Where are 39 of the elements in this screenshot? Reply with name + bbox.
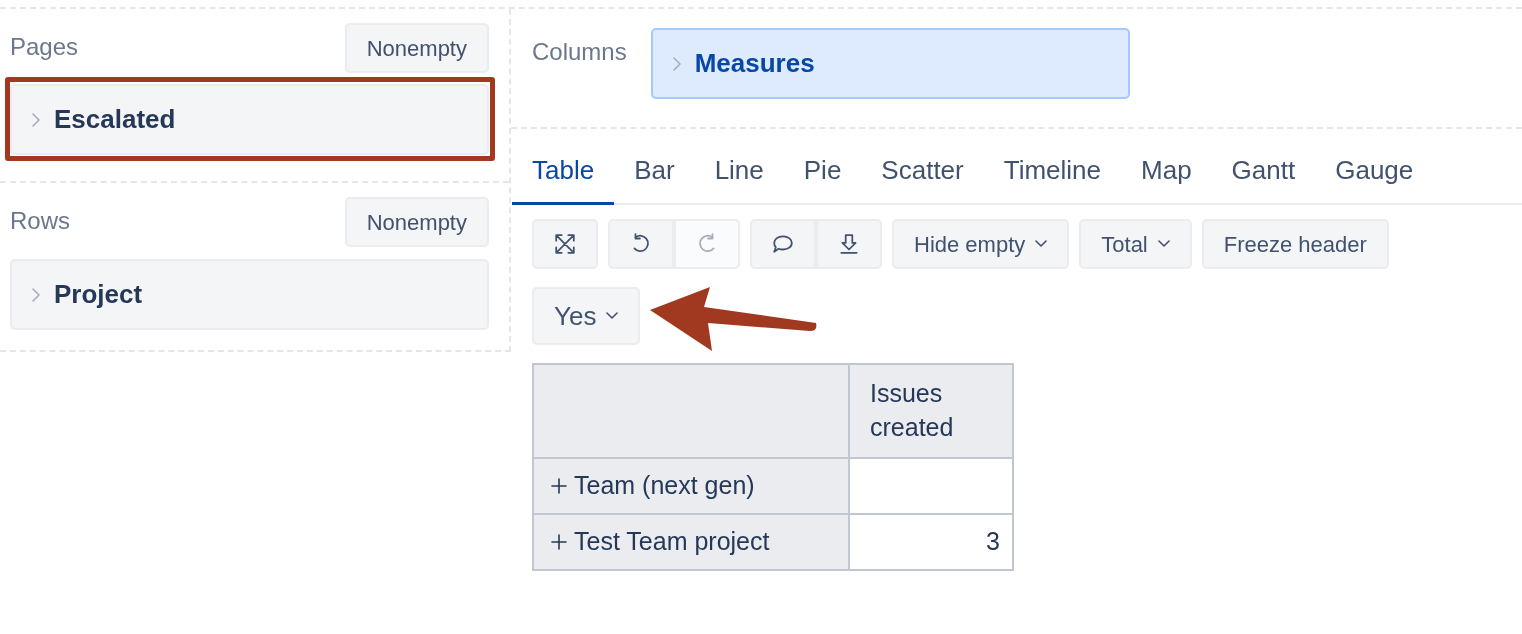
chart-type-tab[interactable]: Map [1121,141,1212,205]
plus-icon [550,532,568,551]
chart-type-tab[interactable]: Table [512,141,615,205]
chevron-down-icon [1157,240,1170,248]
plus-icon [550,476,568,495]
dropdown-button[interactable]: Hide empty [892,219,1070,269]
dimension-item[interactable]: Project [10,259,489,330]
chevron-down-icon [1035,240,1048,248]
section-label: Columns [532,37,627,67]
toolbar-button[interactable]: Freeze header [1201,219,1389,269]
chart-type-tab[interactable]: Timeline [983,141,1122,205]
chart-type-tab[interactable]: Bar [614,141,695,205]
toolbar-button[interactable] [750,219,816,269]
row-header: Team (next gen) [574,469,755,501]
section-label: Pages [10,32,79,62]
chart-type-tab[interactable]: Line [694,141,784,205]
row-header: Test Team project [574,525,770,557]
dimension-item[interactable]: Escalated [10,84,489,155]
chart-type-tab[interactable]: Gantt [1211,141,1316,205]
dropdown-button[interactable]: Total [1079,219,1192,269]
dimension-item[interactable]: Measures [650,28,1130,99]
page-filter-dropdown[interactable]: Yes [532,287,641,345]
toolbar-button[interactable] [816,219,882,269]
chart-type-tab[interactable]: Pie [783,141,862,205]
chevron-right-icon [672,56,681,71]
column-header: Issues created [849,364,1013,458]
nonempty-button[interactable]: Nonempty [344,23,489,73]
chevron-right-icon [32,287,40,302]
comment-icon [772,233,794,255]
chart-type-tab[interactable]: Gauge [1315,141,1434,205]
section-label: Rows [10,206,70,236]
chart-type-tab[interactable]: Scatter [861,141,984,205]
nonempty-button[interactable]: Nonempty [344,197,489,247]
chevron-down-icon [606,312,619,320]
toolbar-button[interactable] [532,219,598,269]
download-icon [838,233,860,255]
chevron-right-icon [32,112,40,127]
table-cell: 3 [849,513,1013,570]
expand-icon [554,233,576,255]
